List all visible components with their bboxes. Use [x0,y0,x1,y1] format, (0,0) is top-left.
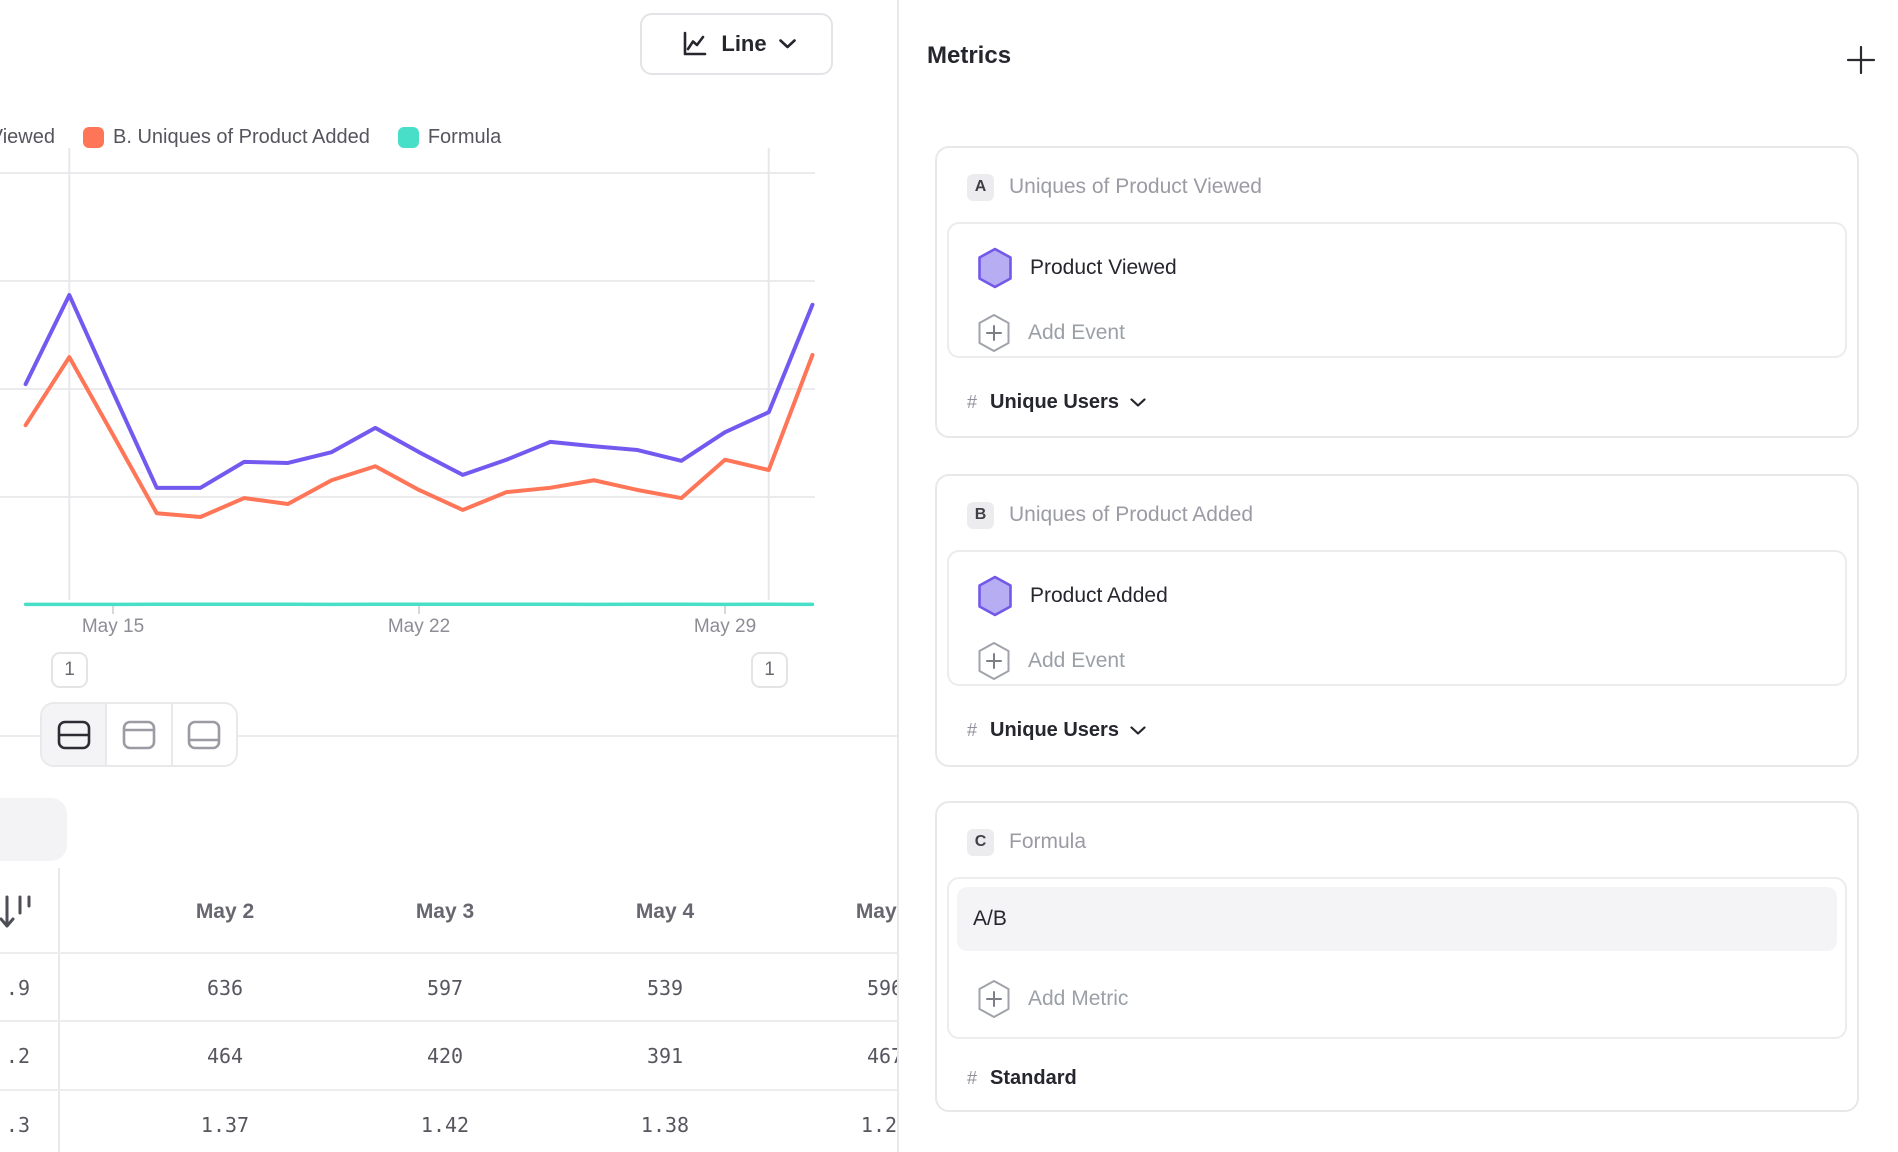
metric-card-title: Uniques of Product Added [1009,503,1253,527]
annotation-count: 1 [764,659,775,681]
table-cell: 1.42 [421,1113,469,1137]
chevron-down-icon [779,39,796,49]
hash-icon: # [967,720,977,741]
add-event-row[interactable]: Add Event [977,310,1125,356]
formula-box: A/B Add Metric [947,877,1847,1039]
formula-type-selector[interactable]: # Standard [967,1064,1077,1092]
view-toggle-table[interactable] [173,704,236,765]
metric-badge: B [967,502,994,529]
table-cell: 636 [207,976,243,1000]
x-axis-label: May 22 [388,616,450,638]
metric-card-c: C Formula A/B Add Metric # Standard [935,801,1859,1112]
chart-view-icon [121,719,157,751]
table-cell: 464 [207,1044,243,1068]
table-header[interactable]: May 2 [196,900,254,924]
add-metric-row[interactable]: Add Metric [977,976,1128,1022]
table-cell: .3 [0,1113,30,1137]
table-row-divider [0,1089,897,1091]
aggregation-selector[interactable]: # Unique Users [967,388,1146,416]
chart-type-label: Line [721,31,766,57]
event-selector-box: Product Added Add Event [947,550,1847,686]
add-event-label: Add Event [1028,321,1125,345]
table-row-divider [0,952,897,954]
metric-badge: C [967,829,994,856]
table-cell: 597 [427,976,463,1000]
table-toolbar-pill[interactable] [0,798,67,861]
add-event-hexagon-plus-icon [977,641,1011,681]
view-toggle-split[interactable] [42,704,107,765]
table-cell: .2 [0,1044,30,1068]
aggregation-selector[interactable]: # Unique Users [967,716,1146,744]
aggregation-label: Unique Users [990,391,1119,414]
event-hexagon-icon [977,575,1013,617]
table-cell: 1.38 [641,1113,689,1137]
annotation-count: 1 [64,659,75,681]
metric-card-title: Uniques of Product Viewed [1009,175,1262,199]
chart-panel: Line A. Uniques of Product Viewed B. Uni… [0,0,897,1152]
chevron-down-icon [1130,398,1146,407]
table-row-divider [0,1020,897,1022]
table-header[interactable]: May 3 [416,900,474,924]
table-cell: .9 [0,976,30,1000]
chart-type-button[interactable]: Line [640,13,833,75]
add-event-label: Add Event [1028,649,1125,673]
metric-card-title: Formula [1009,830,1086,854]
table-cell: 420 [427,1044,463,1068]
line-chart-canvas [0,140,897,665]
table-view-icon [186,719,222,751]
view-toggle-group [40,702,238,767]
table-cell: 539 [647,976,683,1000]
formula-type-label: Standard [990,1067,1077,1090]
event-row[interactable]: Product Viewed [977,245,1177,291]
x-axis-label: May 15 [82,616,144,638]
x-axis-label: May 29 [694,616,756,638]
formula-value: A/B [973,907,1007,931]
event-name: Product Viewed [1030,256,1177,280]
metric-card-b: B Uniques of Product Added Product Added… [935,474,1859,767]
event-hexagon-icon [977,247,1013,289]
aggregation-label: Unique Users [990,719,1119,742]
metrics-panel-title: Metrics [927,42,1011,70]
annotation-badge[interactable]: 1 [751,652,788,688]
metric-card-a: A Uniques of Product Viewed Product View… [935,146,1859,438]
chevron-down-icon [1130,726,1146,735]
annotation-badge[interactable]: 1 [51,652,88,688]
event-name: Product Added [1030,584,1168,608]
event-selector-box: Product Viewed Add Event [947,222,1847,358]
metrics-panel: Metrics A Uniques of Product Viewed Prod… [897,0,1898,1152]
formula-input[interactable]: A/B [957,887,1837,951]
add-metric-label: Add Metric [1028,987,1128,1011]
hash-icon: # [967,392,977,413]
table-header[interactable]: May 4 [636,900,694,924]
line-chart-icon [677,28,709,60]
add-event-hexagon-plus-icon [977,313,1011,353]
event-row[interactable]: Product Added [977,573,1168,619]
split-view-icon [56,719,92,751]
add-metric-plus-icon[interactable] [1845,44,1877,76]
table-cell: 391 [647,1044,683,1068]
sort-descending-icon[interactable] [0,891,34,933]
add-metric-hexagon-plus-icon [977,979,1011,1019]
hash-icon: # [967,1068,977,1089]
view-toggle-chart[interactable] [107,704,172,765]
table-column-separator [58,868,60,1152]
add-event-row[interactable]: Add Event [977,638,1125,684]
metric-badge: A [967,174,994,201]
table-cell: 1.37 [201,1113,249,1137]
